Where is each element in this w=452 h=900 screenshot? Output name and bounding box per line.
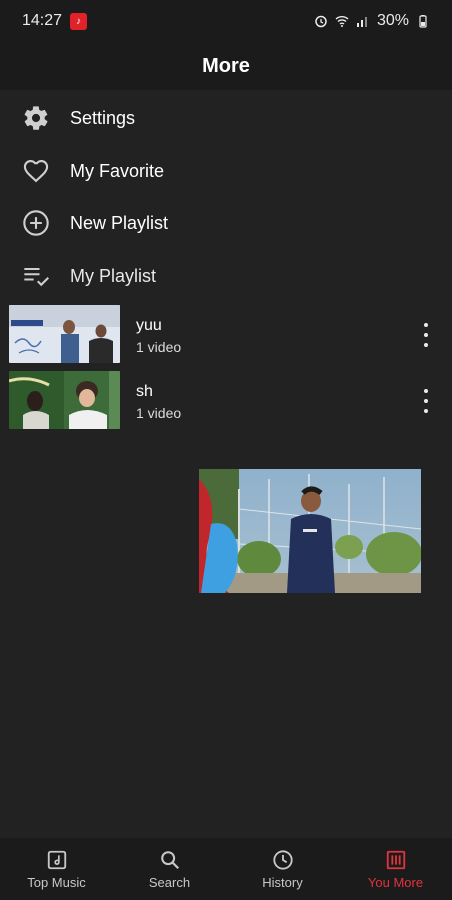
alarm-icon	[315, 15, 327, 28]
menu-label-settings: Settings	[70, 107, 136, 128]
playlist-name: sh	[136, 383, 153, 400]
grid-icon	[386, 850, 405, 869]
music-note-icon	[47, 850, 66, 869]
battery-percent: 30%	[376, 12, 409, 29]
app-bar: More	[0, 42, 452, 90]
menu-label-new-playlist: New Playlist	[70, 212, 169, 233]
nav-you-more[interactable]: You More	[339, 838, 452, 900]
nav-search[interactable]: Search	[113, 838, 226, 900]
playlist-count: 1 video	[136, 405, 182, 421]
more-options-icon[interactable]	[416, 323, 436, 347]
page-title: More	[202, 54, 250, 77]
menu-label-my-playlist: My Playlist	[70, 265, 157, 286]
wifi-icon	[335, 16, 349, 27]
status-bar: 14:27 ♪ 30%	[0, 0, 452, 42]
nav-label: You More	[367, 874, 424, 890]
playlist-count: 1 video	[136, 339, 182, 355]
nav-label: Search	[148, 874, 191, 890]
nav-label: Top Music	[27, 874, 86, 890]
playlist-check-icon	[22, 262, 50, 290]
menu-label-my-favorite: My Favorite	[70, 160, 165, 181]
playlist-thumbnail	[9, 371, 120, 429]
playlist-thumbnail	[9, 305, 120, 363]
nav-label: History	[262, 874, 303, 890]
menu-item-settings[interactable]: Settings	[0, 92, 452, 144]
menu-item-my-playlist[interactable]: My Playlist	[0, 250, 452, 302]
nav-history[interactable]: History	[226, 838, 339, 900]
menu-item-my-favorite[interactable]: My Favorite	[0, 145, 452, 197]
nav-top-music[interactable]: Top Music	[0, 838, 113, 900]
mini-video-player[interactable]	[199, 469, 421, 593]
playlist-name: yuu	[136, 317, 162, 334]
gear-icon	[22, 104, 50, 132]
menu-item-new-playlist[interactable]: New Playlist	[0, 197, 452, 249]
playlist-row-yuu[interactable]: yuu 1 video	[0, 305, 452, 365]
status-time: 14:27	[22, 12, 63, 29]
bottom-navigation: Top Music Search History You More	[0, 838, 452, 900]
app-notification-icon: ♪	[70, 12, 88, 30]
signal-icon	[356, 17, 367, 27]
heart-icon	[22, 157, 50, 185]
plus-circle-icon	[22, 209, 50, 237]
clock-icon	[272, 849, 293, 870]
battery-icon	[419, 15, 427, 28]
more-options-icon[interactable]	[416, 389, 436, 413]
playlist-row-sh[interactable]: sh 1 video	[0, 371, 452, 431]
search-icon	[160, 850, 179, 869]
